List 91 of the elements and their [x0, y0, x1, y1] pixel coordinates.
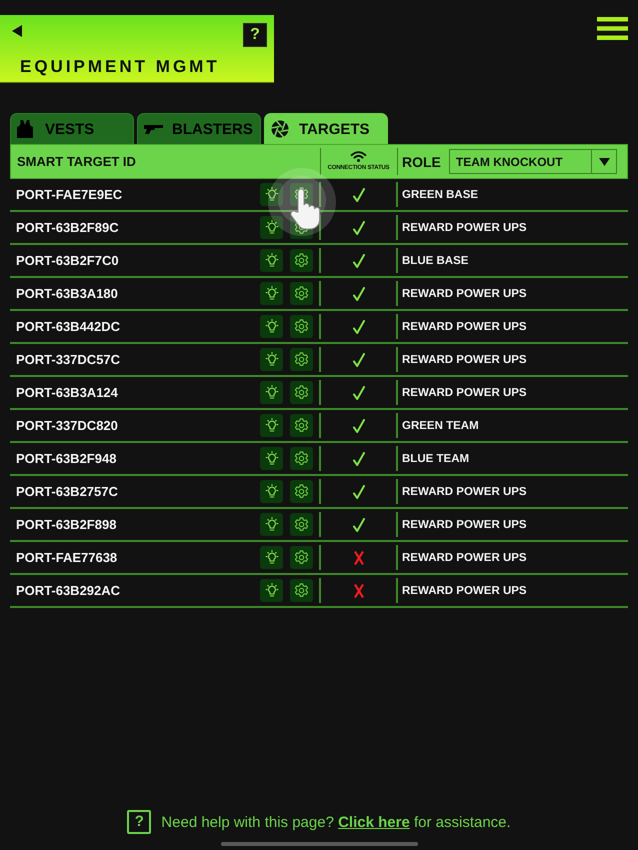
gear-icon — [294, 484, 309, 499]
gear-icon — [294, 418, 309, 433]
settings-button[interactable] — [290, 447, 313, 470]
target-id: PORT-63B3A124 — [16, 385, 118, 400]
target-id: PORT-337DC57C — [16, 352, 120, 367]
target-id: PORT-63B2F898 — [16, 517, 116, 532]
help-text: Need help with this page? Click here for assistance. — [161, 814, 511, 830]
wifi-icon — [350, 151, 367, 162]
role-label: REWARD POWER UPS — [402, 584, 527, 596]
gear-icon — [294, 385, 309, 400]
settings-button[interactable] — [290, 414, 313, 437]
gear-icon — [294, 319, 309, 334]
light-button[interactable] — [260, 513, 283, 536]
bulb-icon — [264, 319, 278, 334]
bulb-icon — [264, 352, 278, 367]
gear-icon — [294, 517, 309, 532]
settings-button[interactable] — [290, 249, 313, 272]
role-label: BLUE BASE — [402, 254, 468, 266]
settings-button[interactable] — [290, 579, 313, 602]
bulb-icon — [264, 220, 278, 235]
target-id: PORT-63B2F89C — [16, 220, 119, 235]
column-header: SMART TARGET ID — [17, 154, 136, 169]
gear-icon — [294, 253, 309, 268]
light-button[interactable] — [260, 381, 283, 404]
tab[interactable]: TARGETS — [264, 113, 388, 144]
gun-icon — [144, 124, 163, 134]
help-link[interactable]: Click here — [338, 814, 410, 830]
role-label: REWARD POWER UPS — [402, 320, 527, 332]
settings-button[interactable] — [290, 282, 313, 305]
target-id: PORT-337DC820 — [16, 418, 118, 433]
settings-button[interactable] — [290, 381, 313, 404]
bulb-icon — [264, 484, 278, 499]
light-button[interactable] — [260, 579, 283, 602]
bulb-icon — [264, 451, 278, 466]
role-label: REWARD POWER UPS — [402, 552, 527, 564]
settings-button[interactable] — [290, 513, 313, 536]
gear-icon — [294, 352, 309, 367]
target-id: PORT-63B2F948 — [16, 451, 116, 466]
settings-button[interactable] — [290, 546, 313, 569]
light-button[interactable] — [260, 480, 283, 503]
bulb-icon — [264, 550, 278, 565]
settings-button[interactable] — [290, 315, 313, 338]
aperture-icon — [271, 120, 289, 138]
gear-icon — [294, 286, 309, 301]
settings-button[interactable] — [290, 348, 313, 371]
light-button[interactable] — [260, 315, 283, 338]
bulb-icon — [264, 253, 278, 268]
role-label: REWARD POWER UPS — [402, 518, 527, 530]
target-id: PORT-FAE77638 — [16, 550, 118, 565]
target-id: PORT-63B2757C — [16, 484, 118, 499]
target-id: PORT-63B2F7C0 — [16, 253, 119, 268]
bulb-icon — [264, 583, 278, 598]
gear-icon — [294, 583, 309, 598]
role-label: REWARD POWER UPS — [402, 354, 527, 366]
role-label: BLUE TEAM — [402, 452, 470, 464]
bulb-icon — [264, 418, 278, 433]
page-title: EQUIPMENT MGMT — [20, 57, 220, 77]
target-id: PORT-63B3A180 — [16, 286, 118, 301]
column-header: ROLE — [402, 154, 441, 170]
light-button[interactable] — [260, 183, 283, 206]
light-button[interactable] — [260, 348, 283, 371]
light-button[interactable] — [260, 249, 283, 272]
target-id: PORT-63B442DC — [16, 319, 120, 334]
vest-icon — [17, 120, 33, 138]
role-label: REWARD POWER UPS — [402, 386, 527, 398]
light-button[interactable] — [260, 414, 283, 437]
back-icon[interactable] — [12, 25, 22, 37]
light-button[interactable] — [260, 216, 283, 239]
role-label: REWARD POWER UPS — [402, 486, 527, 498]
role-label: REWARD POWER UPS — [402, 222, 527, 234]
light-button[interactable] — [260, 282, 283, 305]
caret-icon — [598, 158, 610, 166]
gear-icon — [294, 451, 309, 466]
bulb-icon — [264, 517, 278, 532]
bulb-icon — [264, 286, 278, 301]
touch-pointer-icon — [268, 168, 336, 236]
light-button[interactable] — [260, 546, 283, 569]
role-label: REWARD POWER UPS — [402, 288, 527, 300]
help-sign: ? — [127, 810, 152, 834]
role-dropdown[interactable]: TEAM KNOCKOUT — [448, 149, 617, 174]
role-label: GREEN TEAM — [402, 420, 479, 432]
target-id: PORT-63B292AC — [16, 583, 120, 598]
menu-icon[interactable] — [597, 17, 628, 40]
bulb-icon — [264, 385, 278, 400]
bulb-icon — [264, 187, 278, 202]
target-id: PORT-FAE7E9EC — [16, 187, 122, 202]
gear-icon — [294, 550, 309, 565]
settings-button[interactable] — [290, 480, 313, 503]
light-button[interactable] — [260, 447, 283, 470]
help-button[interactable]: ? — [243, 23, 267, 47]
role-label: GREEN BASE — [402, 188, 478, 200]
